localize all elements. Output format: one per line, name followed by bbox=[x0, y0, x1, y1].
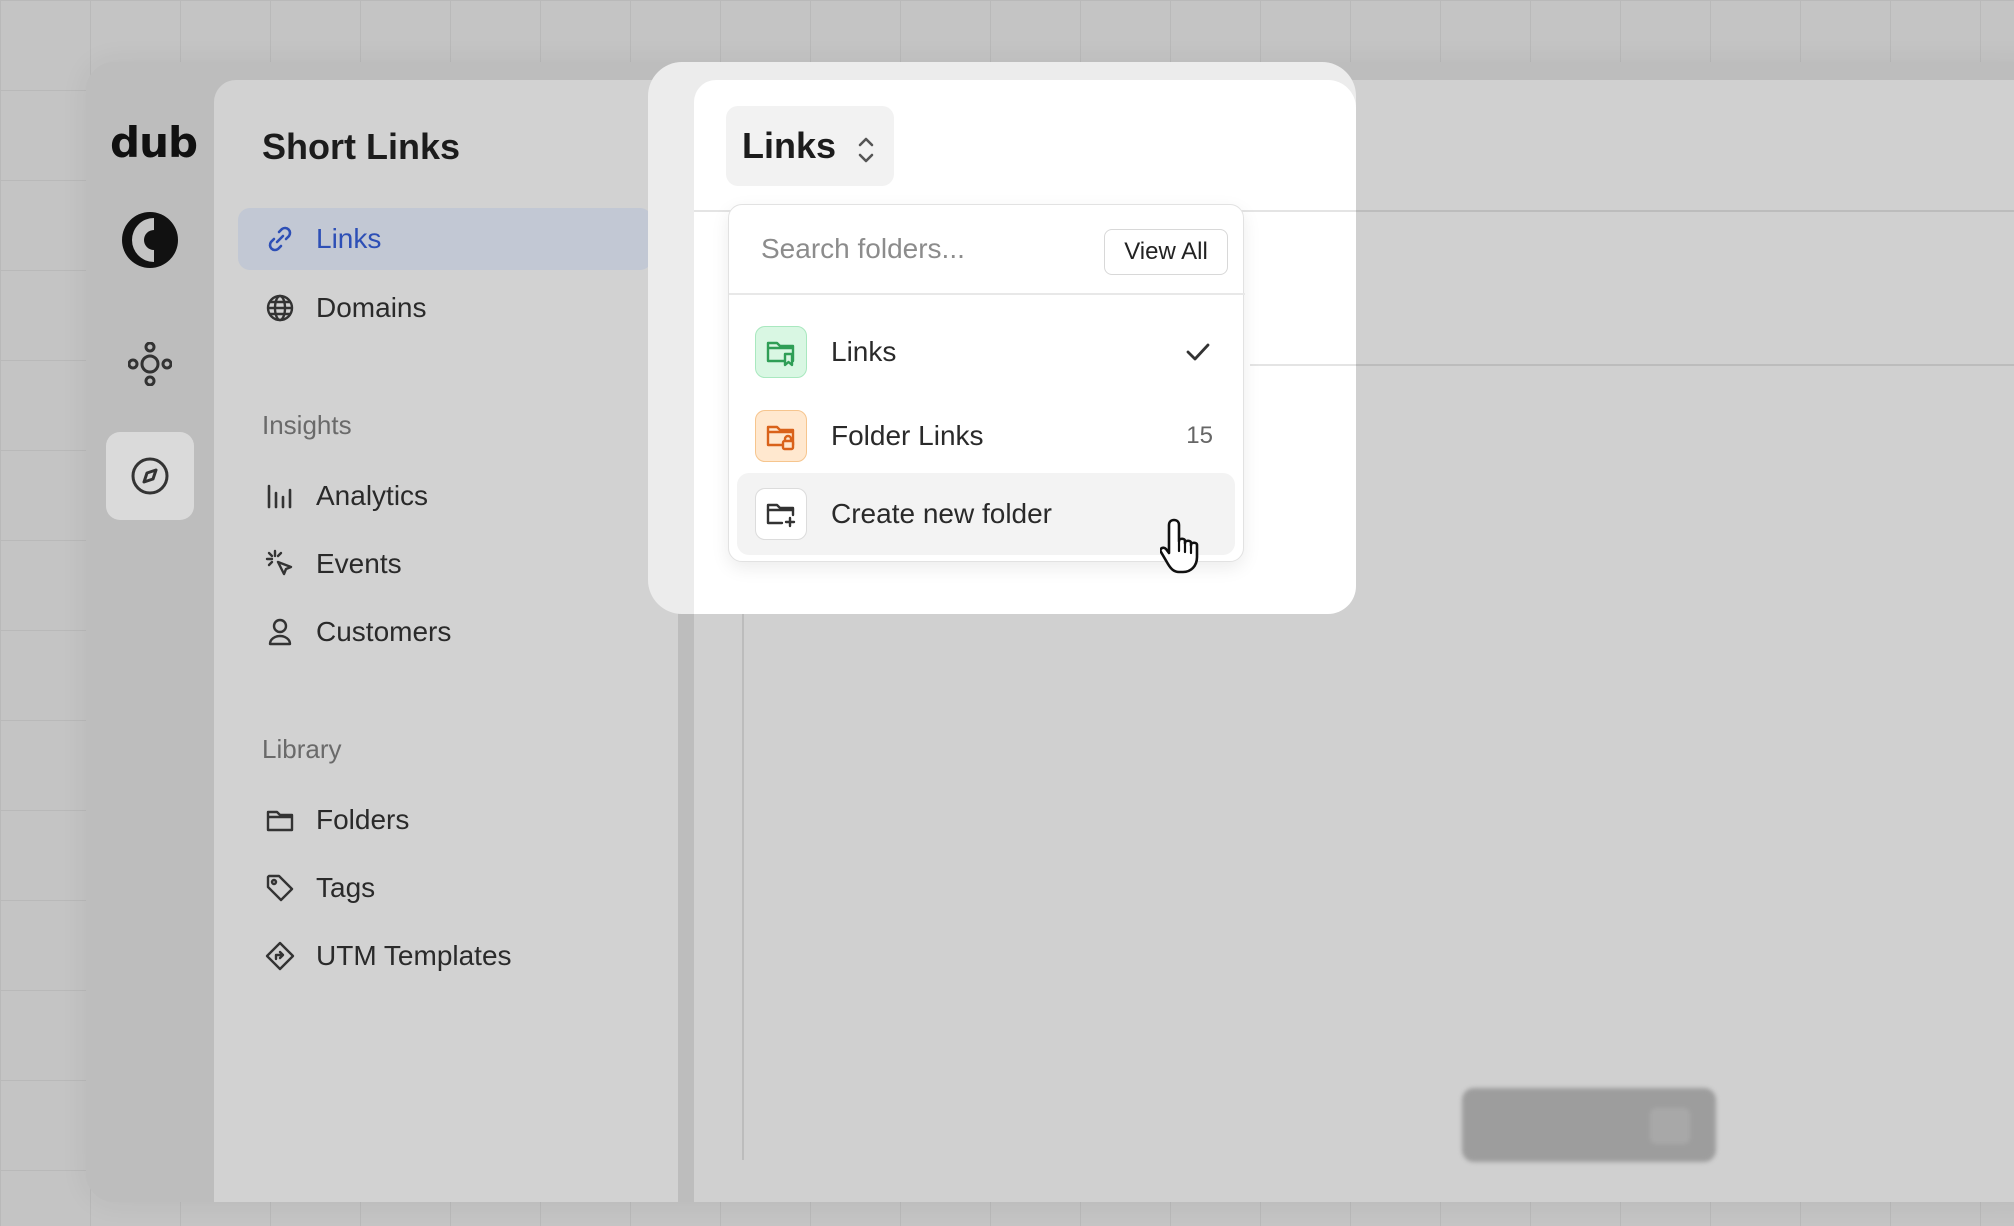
view-all-button[interactable]: View All bbox=[1104, 229, 1228, 275]
sidebar-item-analytics[interactable]: Analytics bbox=[238, 465, 652, 527]
search-folders-input[interactable] bbox=[761, 233, 1081, 265]
tag-icon bbox=[252, 873, 308, 903]
chevron-up-down-icon bbox=[856, 132, 876, 174]
folder-icon bbox=[252, 805, 308, 835]
crescent-logo-icon[interactable] bbox=[106, 196, 194, 284]
user-icon bbox=[252, 617, 308, 647]
hand-pointer-cursor-icon bbox=[1159, 516, 1206, 581]
folder-lock-icon bbox=[755, 410, 807, 462]
compass-icon[interactable] bbox=[106, 432, 194, 520]
diamond-turn-icon bbox=[252, 941, 308, 971]
divider bbox=[1250, 364, 2014, 366]
sidebar-item-customers[interactable]: Customers bbox=[238, 601, 652, 663]
check-icon bbox=[1183, 311, 1213, 393]
insights-label: Insights bbox=[262, 410, 352, 440]
folder-plus-icon bbox=[755, 488, 807, 540]
sidebar-item-folders[interactable]: Folders bbox=[238, 789, 652, 851]
folder-item-folder-links[interactable]: Folder Links 15 bbox=[737, 395, 1235, 477]
folder-dropdown: View All Links Folder Links 15 bbox=[728, 204, 1245, 562]
folder-switcher-button[interactable]: Links bbox=[726, 106, 894, 186]
library-label: Library bbox=[262, 734, 342, 764]
globe-icon bbox=[252, 293, 308, 323]
shortcut-key bbox=[1650, 1108, 1690, 1144]
divider bbox=[1250, 364, 1356, 366]
sidebar-title: Short Links bbox=[262, 126, 461, 167]
cursor-rays-icon bbox=[252, 549, 308, 579]
sidebar-item-tags[interactable]: Tags bbox=[238, 857, 652, 919]
folder-link-count: 15 bbox=[1186, 422, 1213, 449]
sidebar-item-utm-templates[interactable]: UTM Templates bbox=[238, 925, 652, 987]
sidebar-item-links[interactable]: Links bbox=[238, 208, 652, 270]
folder-link-icon bbox=[755, 326, 807, 378]
link-icon bbox=[252, 224, 308, 254]
folder-item-links[interactable]: Links bbox=[737, 311, 1235, 393]
dub-logo[interactable]: dub bbox=[110, 118, 198, 167]
divider bbox=[742, 560, 744, 1160]
network-icon[interactable] bbox=[106, 320, 194, 408]
divider bbox=[729, 293, 1245, 295]
bar-chart-icon bbox=[252, 481, 308, 511]
create-link-button[interactable] bbox=[1462, 1088, 1716, 1162]
sidebar-item-domains[interactable]: Domains bbox=[238, 277, 652, 339]
sidebar-item-events[interactable]: Events bbox=[238, 533, 652, 595]
folder-switcher-label: Links bbox=[742, 125, 837, 166]
